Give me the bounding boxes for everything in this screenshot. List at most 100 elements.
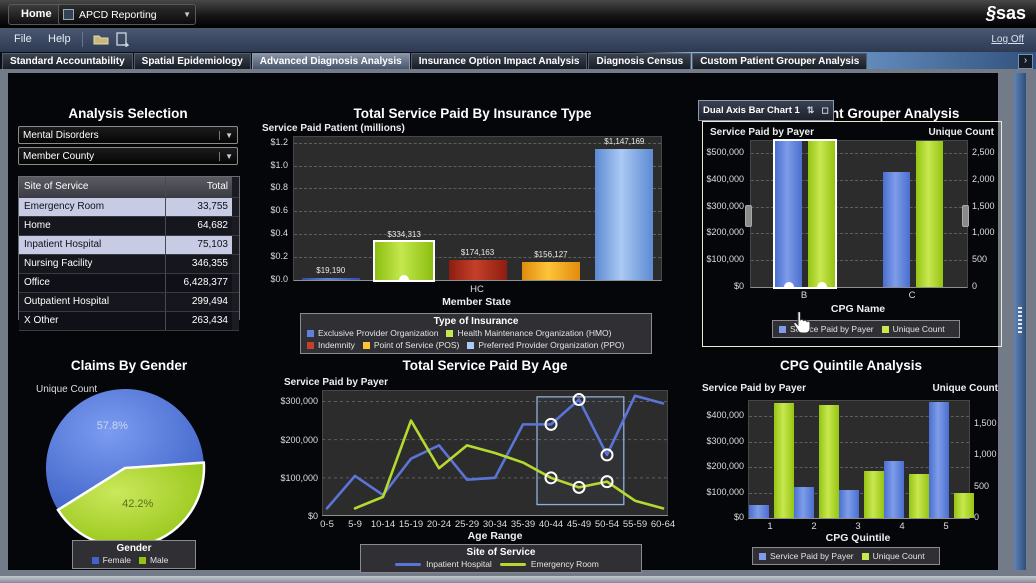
gender-chart-title: Claims By Gender: [18, 358, 240, 373]
bar-group-5[interactable]: [929, 401, 974, 518]
bar-group-2[interactable]: [794, 401, 839, 518]
axis-tick-label: $1.2: [248, 137, 288, 147]
bar-indemnity[interactable]: [449, 260, 507, 280]
service-paid-bar[interactable]: [794, 487, 814, 518]
insurance-plot: $19,190$334,313$174,163$156,127$1,147,16…: [293, 136, 662, 281]
file-menu[interactable]: File: [14, 33, 32, 45]
bar-exclusive-provider-organization[interactable]: [302, 278, 360, 280]
quintile-legend: Service Paid by Payer Unique Count: [752, 547, 940, 565]
x-tick-label: 50-54: [595, 519, 619, 530]
tab-0[interactable]: Standard Accountability: [2, 53, 133, 69]
x-tick-label: 55-59: [623, 519, 647, 530]
tab-strip: Standard AccountabilitySpatial Epidemiol…: [2, 52, 868, 69]
x-tick-label: 35-39: [511, 519, 535, 530]
legend-label: Unique Count: [873, 551, 925, 561]
bar-group-4[interactable]: [884, 401, 929, 518]
app-selector-dropdown[interactable]: APCD Reporting ▼: [58, 4, 196, 25]
col-header-total: Total: [166, 177, 232, 197]
bar-preferred-provider-organization-ppo-[interactable]: [595, 149, 653, 280]
axis-tick-label: 0: [974, 512, 1014, 522]
legend-item[interactable]: Service Paid by Payer: [759, 551, 854, 561]
insurance-legend: Type of Insurance Exclusive Provider Org…: [300, 313, 652, 354]
legend-label: Inpatient Hospital: [426, 559, 492, 569]
color-chip: [446, 330, 453, 337]
tab-5[interactable]: Custom Patient Grouper Analysis: [692, 53, 867, 69]
legend-item[interactable]: Inpatient Hospital: [395, 559, 492, 569]
open-folder-icon[interactable]: [93, 33, 109, 46]
gender-pie[interactable]: 57.8%42.2%: [33, 378, 218, 560]
color-chip: [307, 342, 314, 349]
home-button[interactable]: Home: [8, 4, 65, 25]
table-row[interactable]: Outpatient Hospital299,494: [19, 293, 239, 312]
help-menu[interactable]: Help: [48, 33, 71, 45]
bar-point-of-service-pos-[interactable]: [522, 262, 580, 280]
analysis-filter-dropdown-1[interactable]: Member County▼: [18, 147, 238, 165]
log-off-link[interactable]: Log Off: [991, 34, 1024, 45]
service-paid-bar[interactable]: [839, 490, 859, 518]
row-gutter: [232, 255, 239, 273]
right-splitter[interactable]: [1014, 73, 1026, 570]
maximize-icon[interactable]: ◻: [821, 105, 828, 116]
table-row[interactable]: X Other263,434: [19, 312, 239, 331]
legend-label: Point of Service (POS): [374, 340, 460, 350]
age-line-plot[interactable]: [322, 390, 668, 516]
bar-health-maintenance-organization-hmo-[interactable]: [375, 242, 433, 280]
legend-label: Preferred Provider Organization (PPO): [478, 340, 624, 350]
table-row[interactable]: Emergency Room33,755: [19, 198, 239, 217]
legend-item[interactable]: Male: [139, 555, 168, 565]
row-gutter: [232, 236, 239, 254]
table-row[interactable]: Nursing Facility346,355: [19, 255, 239, 274]
unique-count-bar[interactable]: [819, 405, 839, 518]
cell-total: 6,428,377: [166, 274, 232, 292]
row-gutter: [232, 217, 239, 235]
gender-legend: Gender FemaleMale: [72, 540, 196, 569]
axis-tick-label: $0: [696, 512, 744, 522]
legend-item[interactable]: Unique Count: [862, 551, 925, 561]
color-chip: [467, 342, 474, 349]
app-selector-value: APCD Reporting: [79, 9, 157, 21]
unique-count-bar[interactable]: [954, 493, 974, 518]
tab-4[interactable]: Diagnosis Census: [588, 53, 691, 69]
pie-slice-label: 42.2%: [122, 498, 153, 510]
legend-item[interactable]: Health Maintenance Organization (HMO): [446, 328, 611, 338]
legend-item[interactable]: Emergency Room: [500, 559, 599, 569]
x-tick-label: 25-29: [455, 519, 479, 530]
legend-item[interactable]: Exclusive Provider Organization: [307, 328, 438, 338]
export-report-icon[interactable]: [115, 32, 129, 47]
legend-item[interactable]: Female: [92, 555, 131, 565]
legend-item[interactable]: Point of Service (POS): [363, 340, 460, 350]
site-of-service-table: Site of ServiceTotalEmergency Room33,755…: [18, 176, 240, 320]
x-tick-label: 60-64: [651, 519, 675, 530]
table-row[interactable]: Office6,428,377: [19, 274, 239, 293]
swap-axes-icon[interactable]: ⇅: [807, 105, 815, 116]
tab-overflow-arrow[interactable]: ›: [1018, 54, 1033, 69]
unique-count-bar[interactable]: [774, 403, 794, 518]
axis-tick-label: $0.4: [248, 228, 288, 238]
bar-slot: $19,190: [294, 137, 367, 280]
window-icon: [63, 9, 74, 20]
floating-chart-chip[interactable]: Dual Axis Bar Chart 1 ⇅ ◻: [698, 100, 834, 121]
x-tick-label: 0-5: [320, 519, 334, 530]
table-row[interactable]: Home64,682: [19, 217, 239, 236]
legend-item[interactable]: Indemnity: [307, 340, 355, 350]
bar-group-3[interactable]: [839, 401, 884, 518]
analysis-filter-dropdown-0[interactable]: Mental Disorders▼: [18, 126, 238, 144]
unique-count-bar[interactable]: [909, 474, 929, 518]
legend-item[interactable]: Preferred Provider Organization (PPO): [467, 340, 624, 350]
bar-slot: $334,313: [367, 137, 440, 280]
x-tick-label: 10-14: [371, 519, 395, 530]
tab-1[interactable]: Spatial Epidemiology: [134, 53, 251, 69]
unique-count-bar[interactable]: [864, 471, 884, 518]
tab-2[interactable]: Advanced Diagnosis Analysis: [252, 53, 410, 69]
bar-group-1[interactable]: [749, 401, 794, 518]
color-chip: [862, 553, 869, 560]
bar-slot: $156,127: [514, 137, 587, 280]
table-row[interactable]: Inpatient Hospital75,103: [19, 236, 239, 255]
tab-3[interactable]: Insurance Option Impact Analysis: [411, 53, 588, 69]
service-paid-bar[interactable]: [884, 461, 904, 518]
cell-site: Nursing Facility: [19, 255, 166, 273]
service-paid-bar[interactable]: [749, 505, 769, 518]
cell-total: 346,355: [166, 255, 232, 273]
service-paid-bar[interactable]: [929, 402, 949, 518]
age-y-axis-label: Service Paid by Payer: [284, 377, 388, 388]
